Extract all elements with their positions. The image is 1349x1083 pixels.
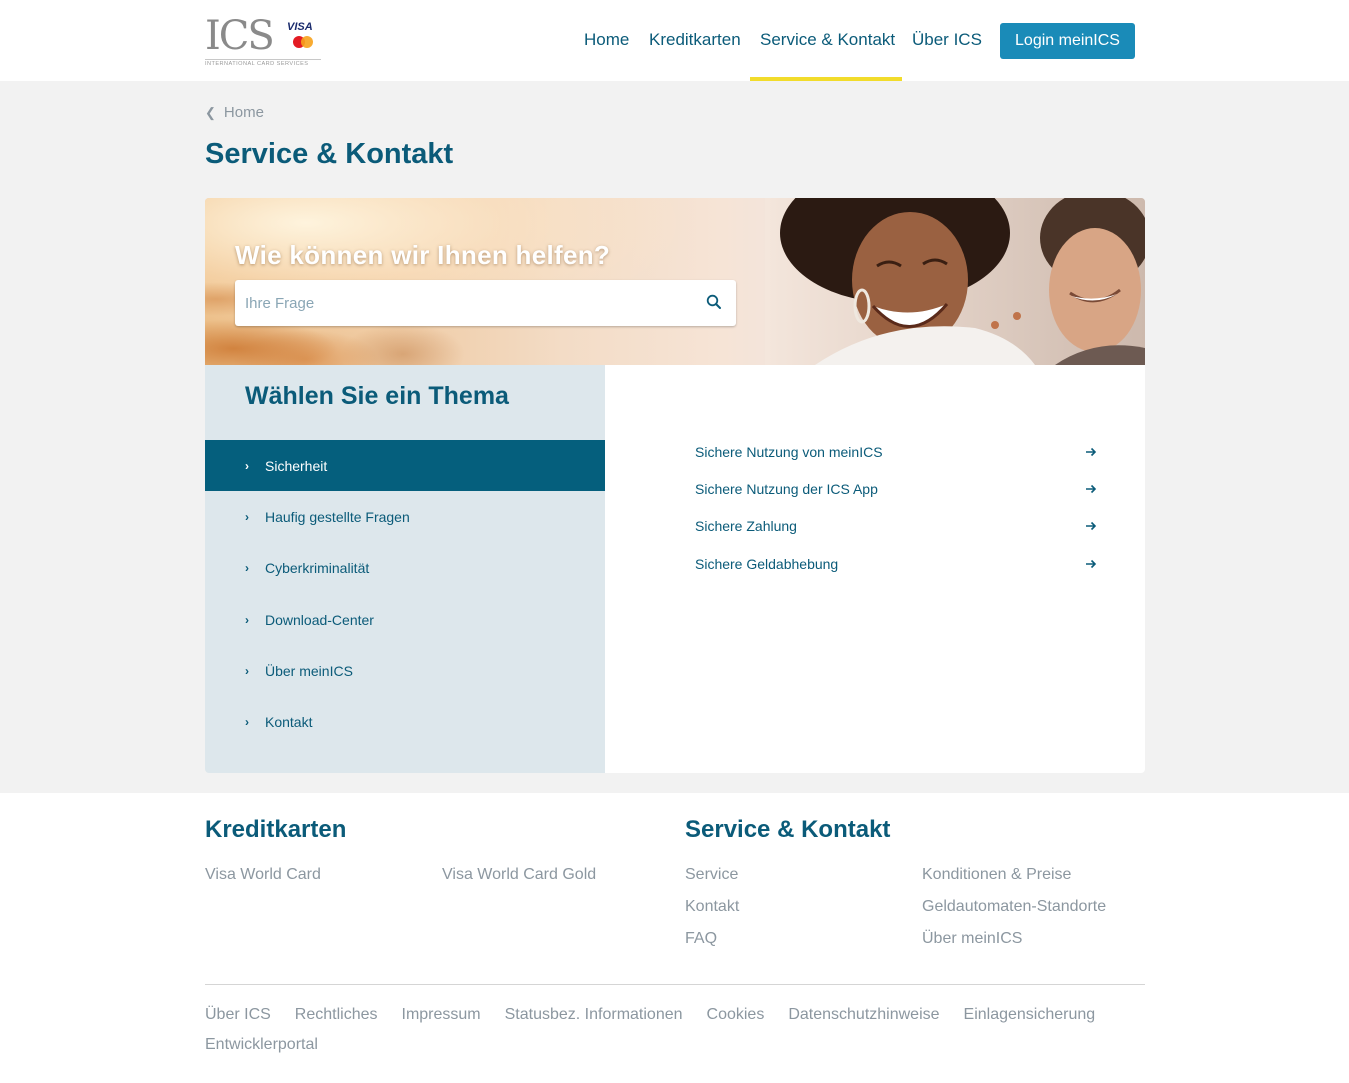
nav-home[interactable]: Home (584, 30, 629, 50)
topic-item-label: Über meinICS (265, 662, 353, 679)
breadcrumb-home: Home (223, 104, 264, 121)
footer-link[interactable]: Service (685, 866, 738, 884)
visa-logo: VISA (287, 21, 313, 33)
footer-title-kreditkarten: Kreditkarten (205, 816, 347, 843)
legal-link-cookies[interactable]: Cookies (707, 1006, 765, 1024)
chevron-right-icon: › (245, 612, 249, 627)
topic-item-label: Download-Center (265, 611, 374, 628)
footer-link[interactable]: Visa World Card Gold (442, 866, 596, 884)
legal-link-einlagensicherung[interactable]: Einlagensicherung (964, 1006, 1096, 1024)
breadcrumb[interactable]: ❮ Home (205, 104, 264, 121)
footer-link[interactable]: Konditionen & Preise (922, 866, 1071, 884)
topic-link[interactable]: Sichere Nutzung der ICS App (695, 477, 1097, 501)
chevron-right-icon: › (245, 714, 249, 729)
mastercard-icon (291, 36, 317, 48)
chevron-right-icon: › (245, 663, 249, 678)
footer-legal-links: Über ICS Rechtliches Impressum Statusbez… (205, 1006, 1165, 1054)
legal-link-entwicklerportal[interactable]: Entwicklerportal (205, 1036, 318, 1054)
arrow-right-icon (1086, 559, 1097, 569)
footer-link[interactable]: Über meinICS (922, 930, 1022, 948)
footer-divider (205, 984, 1145, 985)
arrow-right-icon (1086, 521, 1097, 531)
search-input[interactable] (235, 283, 675, 323)
chevron-left-icon: ❮ (205, 104, 216, 120)
topic-item-label: Kontakt (265, 713, 313, 730)
topic-link-label: Sichere Nutzung der ICS App (695, 481, 878, 497)
chevron-right-icon: › (245, 509, 249, 524)
legal-link-rechtliches[interactable]: Rechtliches (295, 1006, 378, 1024)
chevron-right-icon: › (245, 560, 249, 575)
topic-link[interactable]: Sichere Nutzung von meinICS (695, 440, 1097, 464)
legal-link-ueber-ics[interactable]: Über ICS (205, 1006, 271, 1024)
page-title: Service & Kontakt (205, 138, 454, 170)
search-box (235, 280, 736, 326)
nav-service-kontakt[interactable]: Service & Kontakt (760, 30, 895, 50)
topic-heading: Wählen Sie ein Thema (245, 382, 509, 410)
login-button[interactable]: Login meinICS (1000, 23, 1135, 59)
topic-item-faq[interactable]: › Haufig gestellte Fragen (205, 491, 605, 542)
topic-link[interactable]: Sichere Zahlung (695, 514, 1097, 538)
topic-item-download-center[interactable]: › Download-Center (205, 594, 605, 645)
topic-link-label: Sichere Geldabhebung (695, 556, 839, 572)
topic-item-label: Haufig gestellte Fragen (265, 508, 410, 525)
topic-item-label: Cyberkriminalität (265, 559, 370, 576)
hero-people-image (765, 198, 1145, 365)
topic-item-ueber-meinics[interactable]: › Über meinICS (205, 645, 605, 696)
search-icon[interactable] (706, 294, 722, 310)
nav-ueber-ics[interactable]: Über ICS (912, 30, 982, 50)
legal-link-datenschutz[interactable]: Datenschutzhinweise (788, 1006, 939, 1024)
footer-link[interactable]: Kontakt (685, 898, 739, 916)
legal-link-impressum[interactable]: Impressum (402, 1006, 481, 1024)
topic-link-label: Sichere Nutzung von meinICS (695, 444, 883, 460)
footer-link[interactable]: Geldautomaten-Standorte (922, 898, 1106, 916)
chevron-right-icon: › (245, 458, 249, 473)
logo-tagline: INTERNATIONAL CARD SERVICES (205, 59, 321, 67)
site-header: ICS VISA INTERNATIONAL CARD SERVICES Hom… (0, 0, 1349, 81)
topic-item-cyberkriminalitaet[interactable]: › Cyberkriminalität (205, 542, 605, 593)
topic-link[interactable]: Sichere Geldabhebung (695, 552, 1097, 576)
topic-item-label: Sicherheit (265, 457, 328, 474)
footer-title-service: Service & Kontakt (685, 816, 891, 843)
arrow-right-icon (1086, 447, 1097, 457)
ics-logo[interactable]: ICS VISA INTERNATIONAL CARD SERVICES (205, 14, 321, 68)
footer-link[interactable]: Visa World Card (205, 866, 321, 884)
logo-wordmark: ICS (205, 13, 275, 59)
hero-heading: Wie können wir Ihnen helfen? (235, 240, 611, 270)
topic-item-sicherheit[interactable]: › Sicherheit (205, 440, 605, 491)
nav-kreditkarten[interactable]: Kreditkarten (649, 30, 741, 50)
footer-link[interactable]: FAQ (685, 930, 717, 948)
topic-item-kontakt[interactable]: › Kontakt (205, 696, 605, 747)
arrow-right-icon (1086, 484, 1097, 494)
topic-link-label: Sichere Zahlung (695, 518, 797, 534)
legal-link-statusbez[interactable]: Statusbez. Informationen (505, 1006, 683, 1024)
